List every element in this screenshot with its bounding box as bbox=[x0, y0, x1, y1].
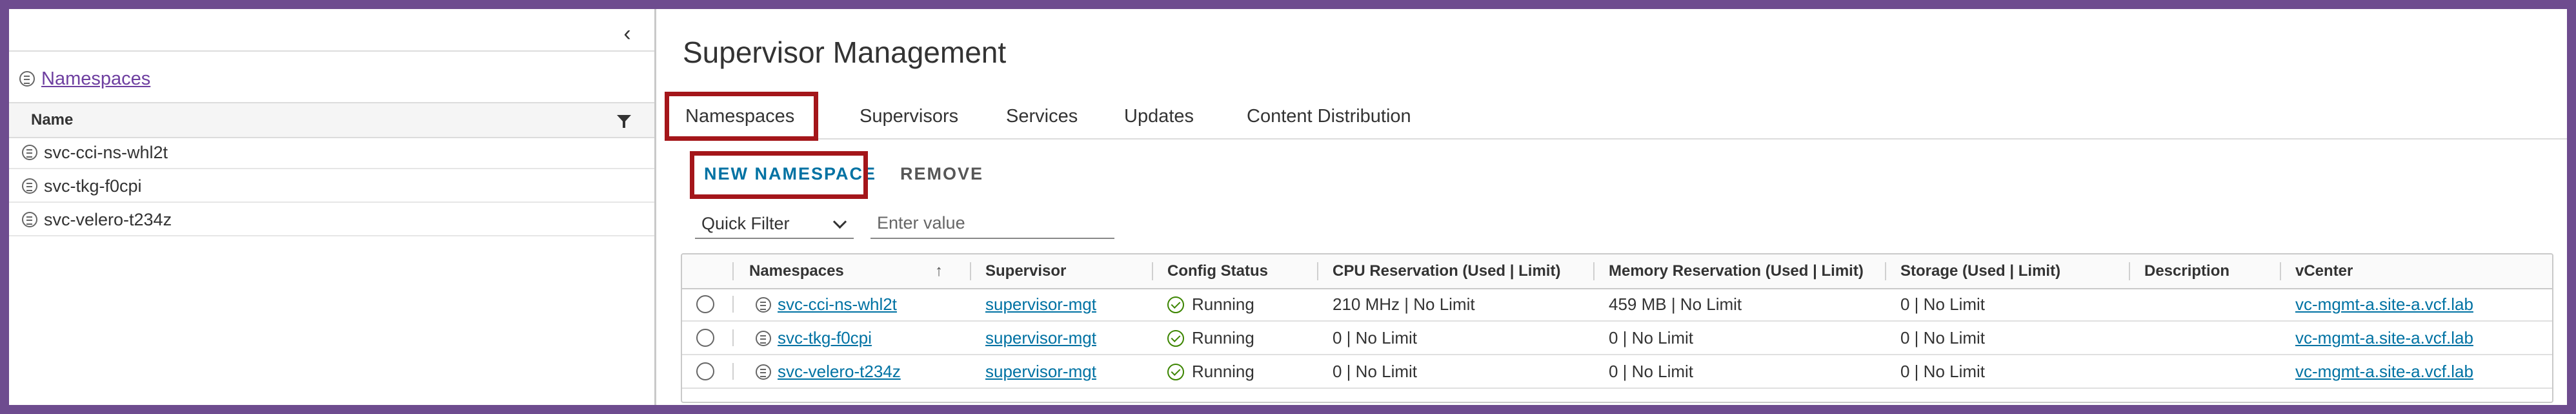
cpu-reservation-cell: 0 | No Limit bbox=[1333, 328, 1418, 347]
row-select-radio[interactable] bbox=[696, 329, 714, 347]
column-divider bbox=[1885, 262, 1886, 280]
quick-filter-label: Quick Filter bbox=[701, 214, 790, 233]
row-select-radio[interactable] bbox=[696, 295, 714, 313]
tab-supervisors[interactable]: Supervisors bbox=[860, 94, 958, 138]
storage-cell: 0 | No Limit bbox=[1900, 295, 1986, 314]
quick-filter-select[interactable]: Quick Filter bbox=[695, 208, 854, 239]
chevron-left-icon[interactable]: ‹ bbox=[614, 21, 640, 47]
chevron-down-icon bbox=[832, 214, 847, 229]
tab-updates[interactable]: Updates bbox=[1124, 94, 1194, 138]
column-divider bbox=[732, 262, 734, 280]
namespace-icon bbox=[756, 297, 771, 313]
namespace-cell: svc-cci-ns-whl2t bbox=[756, 288, 897, 320]
app-frame: ‹ Namespaces Name svc-cci-ns-whl2t svc-t… bbox=[9, 9, 2567, 405]
list-item[interactable]: svc-velero-t234z bbox=[9, 204, 654, 236]
tab-namespaces[interactable]: Namespaces bbox=[685, 94, 795, 141]
column-divider bbox=[1317, 262, 1318, 280]
namespace-link[interactable]: svc-velero-t234z bbox=[778, 362, 901, 381]
namespace-icon bbox=[756, 331, 771, 346]
vcenter-link[interactable]: vc-mgmt-a.site-a.vcf.lab bbox=[2295, 322, 2473, 354]
tab-content-distribution[interactable]: Content Distribution bbox=[1247, 94, 1411, 138]
name-header-label: Name bbox=[31, 111, 74, 129]
storage-cell: 0 | No Limit bbox=[1900, 362, 1986, 381]
list-item-label: svc-velero-t234z bbox=[44, 209, 172, 229]
column-header-description[interactable]: Description bbox=[2144, 254, 2229, 288]
column-divider bbox=[1152, 262, 1153, 280]
namespace-icon bbox=[22, 178, 37, 194]
status-text: Running bbox=[1192, 295, 1254, 314]
new-namespace-button[interactable]: NEW NAMESPACE bbox=[704, 158, 876, 190]
main-panel: Supervisor Management Namespaces Supervi… bbox=[656, 9, 2567, 405]
memory-reservation-cell: 459 MB | No Limit bbox=[1609, 295, 1742, 314]
column-divider bbox=[732, 296, 734, 313]
namespaces-link-label[interactable]: Namespaces bbox=[41, 68, 150, 90]
column-divider bbox=[732, 363, 734, 380]
namespaces-nav-link[interactable]: Namespaces bbox=[19, 66, 150, 92]
namespace-cell: svc-tkg-f0cpi bbox=[756, 322, 872, 354]
memory-reservation-cell: 0 | No Limit bbox=[1609, 328, 1694, 347]
namespace-link[interactable]: svc-cci-ns-whl2t bbox=[778, 295, 897, 314]
name-column-header: Name bbox=[9, 102, 654, 138]
column-divider bbox=[2129, 262, 2130, 280]
column-header-config-status[interactable]: Config Status bbox=[1167, 254, 1268, 288]
namespace-icon bbox=[22, 145, 37, 160]
namespace-icon bbox=[756, 364, 771, 380]
supervisor-link[interactable]: supervisor-mgt bbox=[985, 288, 1096, 320]
grid-header: Namespaces ↑ Supervisor Config Status CP… bbox=[682, 254, 2552, 289]
list-item[interactable]: svc-cci-ns-whl2t bbox=[9, 137, 654, 169]
column-header-supervisor[interactable]: Supervisor bbox=[985, 254, 1066, 288]
config-status-cell: Running bbox=[1167, 355, 1254, 388]
filter-icon[interactable] bbox=[617, 115, 631, 128]
row-select-radio[interactable] bbox=[696, 362, 714, 380]
namespace-cell: svc-velero-t234z bbox=[756, 355, 901, 388]
left-nav-panel: ‹ Namespaces Name svc-cci-ns-whl2t svc-t… bbox=[9, 9, 656, 405]
memory-reservation-cell: 0 | No Limit bbox=[1609, 362, 1694, 381]
column-header-cpu-reservation[interactable]: CPU Reservation (Used | Limit) bbox=[1333, 254, 1560, 288]
column-divider bbox=[1593, 262, 1595, 280]
column-header-namespaces[interactable]: Namespaces bbox=[749, 254, 844, 288]
supervisor-link[interactable]: supervisor-mgt bbox=[985, 322, 1096, 354]
supervisor-link[interactable]: supervisor-mgt bbox=[985, 355, 1096, 388]
vcenter-link[interactable]: vc-mgmt-a.site-a.vcf.lab bbox=[2295, 355, 2473, 388]
check-circle-icon bbox=[1167, 296, 1184, 313]
check-circle-icon bbox=[1167, 330, 1184, 347]
column-header-storage[interactable]: Storage (Used | Limit) bbox=[1900, 254, 2060, 288]
column-divider bbox=[970, 262, 971, 280]
cpu-reservation-cell: 210 MHz | No Limit bbox=[1333, 295, 1475, 314]
status-text: Running bbox=[1192, 362, 1254, 381]
storage-cell: 0 | No Limit bbox=[1900, 328, 1986, 347]
namespaces-grid: Namespaces ↑ Supervisor Config Status CP… bbox=[681, 253, 2553, 403]
column-divider bbox=[2280, 262, 2281, 280]
list-item-label: svc-cci-ns-whl2t bbox=[44, 142, 168, 162]
table-row: svc-tkg-f0cpi supervisor-mgt Running 0 |… bbox=[682, 322, 2552, 355]
filter-value-input[interactable] bbox=[870, 208, 1114, 239]
page-title: Supervisor Management bbox=[683, 36, 1007, 69]
config-status-cell: Running bbox=[1167, 322, 1254, 354]
list-item-label: svc-tkg-f0cpi bbox=[44, 176, 142, 196]
namespace-link[interactable]: svc-tkg-f0cpi bbox=[778, 328, 872, 347]
status-text: Running bbox=[1192, 328, 1254, 347]
namespace-icon bbox=[19, 71, 35, 87]
column-divider bbox=[732, 329, 734, 346]
column-header-vcenter[interactable]: vCenter bbox=[2295, 254, 2353, 288]
tab-services[interactable]: Services bbox=[1006, 94, 1078, 138]
namespace-icon bbox=[22, 212, 37, 227]
arrow-up-icon[interactable]: ↑ bbox=[935, 254, 943, 288]
list-item[interactable]: svc-tkg-f0cpi bbox=[9, 171, 654, 203]
cpu-reservation-cell: 0 | No Limit bbox=[1333, 362, 1418, 381]
vcenter-link[interactable]: vc-mgmt-a.site-a.vcf.lab bbox=[2295, 288, 2473, 320]
table-row: svc-velero-t234z supervisor-mgt Running … bbox=[682, 355, 2552, 389]
table-row: svc-cci-ns-whl2t supervisor-mgt Running … bbox=[682, 288, 2552, 322]
tab-bar: Namespaces Supervisors Services Updates … bbox=[672, 94, 2567, 141]
column-header-memory-reservation[interactable]: Memory Reservation (Used | Limit) bbox=[1609, 254, 1864, 288]
config-status-cell: Running bbox=[1167, 288, 1254, 320]
divider bbox=[9, 50, 654, 52]
check-circle-icon bbox=[1167, 364, 1184, 380]
remove-button[interactable]: REMOVE bbox=[900, 158, 983, 190]
